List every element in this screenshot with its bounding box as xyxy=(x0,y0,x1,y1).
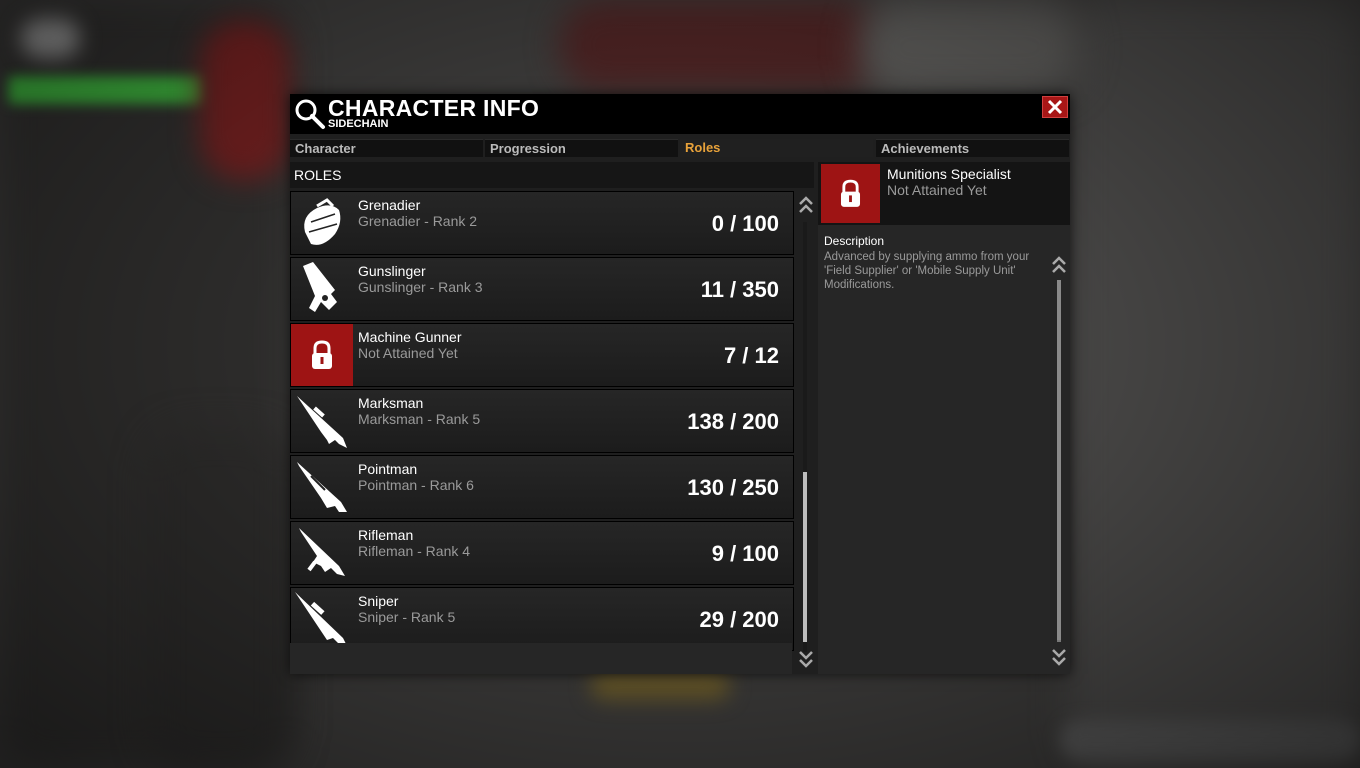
tab-bar: Character Progression Roles Achievements xyxy=(290,139,1070,157)
description-label: Description xyxy=(824,234,885,248)
role-progress: 9 / 100 xyxy=(711,541,779,566)
scroll-thumb[interactable] xyxy=(803,472,807,642)
role-name: Sniper xyxy=(358,593,399,609)
tab-achievements[interactable]: Achievements xyxy=(876,139,1069,157)
description-text: Advanced by supplying ammo from your 'Fi… xyxy=(824,251,1030,291)
role-icon-box xyxy=(291,192,353,254)
role-rank: Marksman - Rank 5 xyxy=(358,411,481,427)
role-row-marksman[interactable]: Marksman Marksman - Rank 5 138 / 200 xyxy=(290,389,794,453)
role-name: Grenadier xyxy=(358,197,421,213)
detail-header: Munitions Specialist Not Attained Yet xyxy=(818,162,1070,225)
role-icon-box xyxy=(291,522,353,584)
role-progress: 138 / 200 xyxy=(687,409,779,434)
close-icon xyxy=(1047,99,1063,115)
detail-icon-box xyxy=(821,164,880,223)
close-button[interactable] xyxy=(1042,96,1068,118)
role-detail-panel: Munitions Specialist Not Attained Yet De… xyxy=(818,162,1070,674)
role-rank: Grenadier - Rank 2 xyxy=(358,213,478,229)
detail-role-name: Munitions Specialist xyxy=(887,166,1011,182)
role-row-grenadier[interactable]: Grenadier Grenadier - Rank 2 0 / 100 xyxy=(290,191,794,255)
role-icon-box xyxy=(291,324,353,386)
role-icon-box xyxy=(291,258,353,320)
role-name: Pointman xyxy=(358,461,418,477)
character-info-window: CHARACTER INFO SIDECHAIN Character Progr… xyxy=(290,94,1070,674)
role-name: Machine Gunner xyxy=(358,329,462,345)
role-row-machine-gunner[interactable]: Machine Gunner Not Attained Yet 7 / 12 xyxy=(290,323,794,387)
role-row-pointman[interactable]: Pointman Pointman - Rank 6 130 / 250 xyxy=(290,455,794,519)
pistol-icon xyxy=(303,262,337,312)
character-name: SIDECHAIN xyxy=(328,118,389,130)
role-progress: 130 / 250 xyxy=(687,475,779,500)
role-row-gunslinger[interactable]: Gunslinger Gunslinger - Rank 3 11 / 350 xyxy=(290,257,794,321)
roles-header: ROLES xyxy=(290,162,814,188)
roles-list: Grenadier Grenadier - Rank 2 0 / 100 Gun… xyxy=(290,191,794,653)
role-icon-box xyxy=(291,588,353,650)
role-rank: Not Attained Yet xyxy=(358,345,458,361)
role-name: Marksman xyxy=(358,395,424,411)
role-name: Gunslinger xyxy=(358,263,426,279)
marksman-rifle-icon xyxy=(297,396,347,448)
scroll-down-icon[interactable] xyxy=(1051,646,1067,668)
role-icon-box xyxy=(291,390,353,452)
scroll-up-icon[interactable] xyxy=(798,194,814,216)
role-name: Rifleman xyxy=(358,527,414,543)
tab-roles[interactable]: Roles xyxy=(680,139,873,157)
role-progress: 7 / 12 xyxy=(723,343,779,368)
shotgun-icon xyxy=(297,462,347,512)
role-progress: 29 / 200 xyxy=(699,607,779,632)
title-bar: CHARACTER INFO SIDECHAIN xyxy=(290,94,1070,134)
assault-rifle-icon xyxy=(299,528,345,576)
role-rank: Gunslinger - Rank 3 xyxy=(358,279,483,295)
roles-scrollbar[interactable] xyxy=(798,194,814,674)
role-rank: Pointman - Rank 6 xyxy=(358,477,474,493)
role-row-sniper[interactable]: Sniper Sniper - Rank 5 29 / 200 xyxy=(290,587,794,651)
magnifier-icon xyxy=(295,99,325,129)
tab-character[interactable]: Character xyxy=(290,139,483,157)
role-icon-box xyxy=(291,456,353,518)
description-scroll-thumb[interactable] xyxy=(1057,280,1061,640)
lock-icon xyxy=(840,179,861,207)
scroll-down-icon[interactable] xyxy=(798,648,814,670)
list-footer xyxy=(290,643,792,674)
role-row-rifleman[interactable]: Rifleman Rifleman - Rank 4 9 / 100 xyxy=(290,521,794,585)
role-rank: Sniper - Rank 5 xyxy=(358,609,456,625)
lock-icon xyxy=(312,340,332,369)
role-progress: 11 / 350 xyxy=(700,277,779,302)
sniper-rifle-icon xyxy=(295,592,347,646)
role-progress: 0 / 100 xyxy=(711,211,779,236)
detail-role-status: Not Attained Yet xyxy=(887,182,987,198)
role-rank: Rifleman - Rank 4 xyxy=(358,543,471,559)
tab-progression[interactable]: Progression xyxy=(485,139,678,157)
scroll-up-icon[interactable] xyxy=(1051,254,1067,276)
grenade-icon xyxy=(304,198,341,245)
